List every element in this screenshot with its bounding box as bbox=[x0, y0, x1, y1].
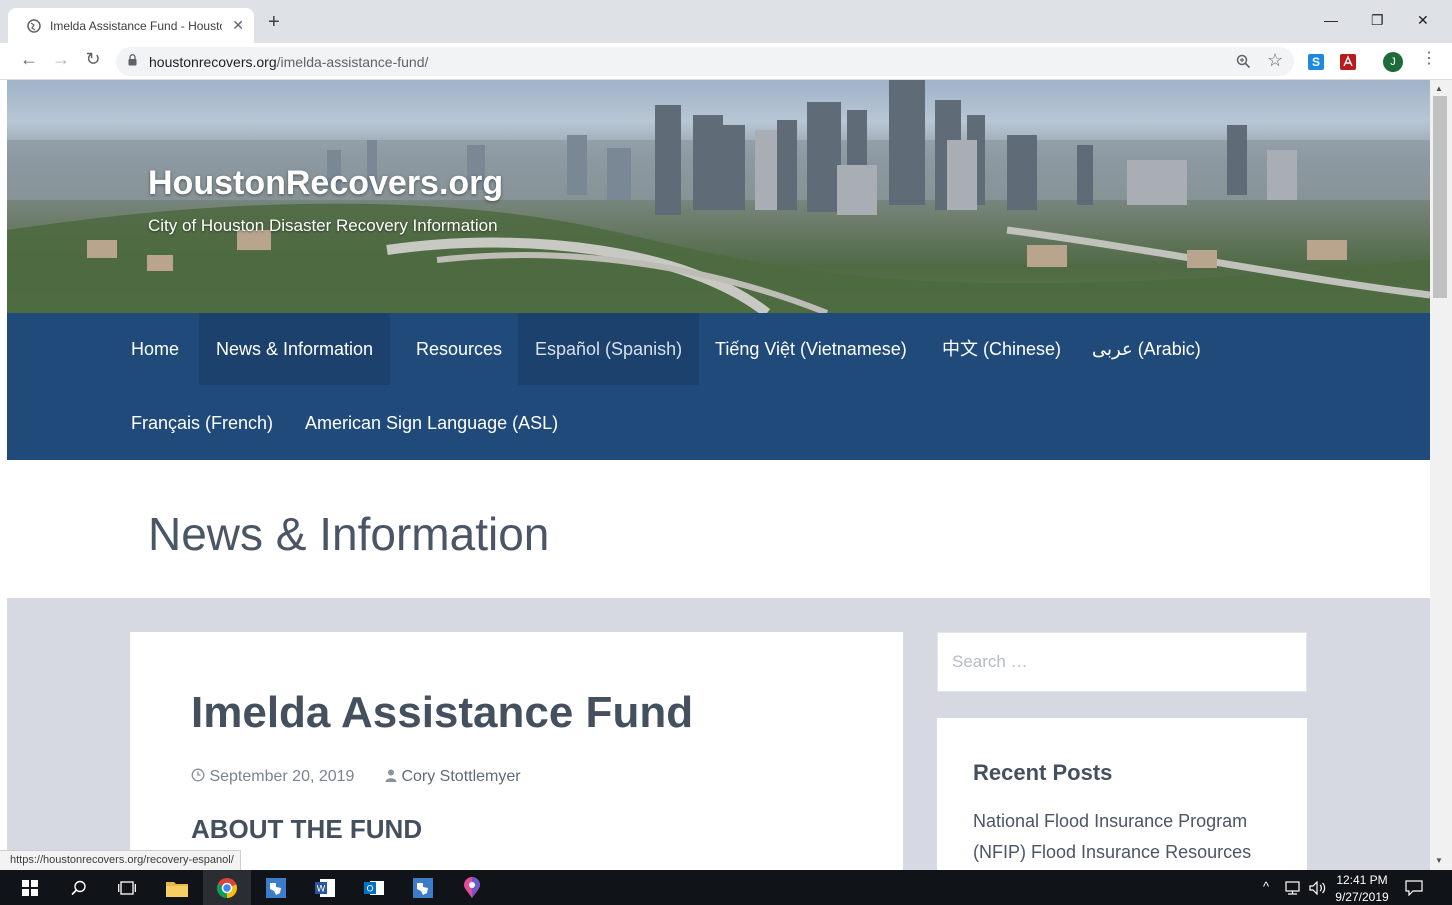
article-title: Imelda Assistance Fund bbox=[191, 688, 694, 737]
clock-time[interactable]: 12:41 PM bbox=[1332, 873, 1392, 887]
scroll-thumb[interactable] bbox=[1433, 96, 1447, 298]
back-arrow-icon[interactable]: ← bbox=[17, 49, 41, 70]
windows-taskbar: W O ^ 12:41 PM 9/27/2019 bbox=[0, 870, 1452, 905]
zoom-icon[interactable] bbox=[1236, 54, 1251, 69]
header-banner-image: HoustonRecovers.org City of Houston Disa… bbox=[7, 80, 1430, 313]
site-tagline: City of Houston Disaster Recovery Inform… bbox=[148, 216, 498, 235]
tab-title: Imelda Assistance Fund - Housto bbox=[50, 18, 222, 33]
post-author-text: Cory Stottlemyer bbox=[401, 768, 521, 785]
main-navigation: Home News & Information Resources Españo… bbox=[7, 313, 1430, 460]
page-scrollbar[interactable]: ▲ ▼ bbox=[1430, 80, 1452, 870]
skype-extension-icon[interactable]: S bbox=[1308, 54, 1324, 70]
nav-item-french[interactable]: Français (French) bbox=[114, 387, 290, 459]
tray-chevron-icon[interactable]: ^ bbox=[1263, 879, 1269, 894]
nav-item-vietnamese[interactable]: Tiếng Việt (Vietnamese) bbox=[698, 313, 924, 385]
windows-start-icon[interactable] bbox=[6, 870, 54, 905]
network-icon[interactable] bbox=[1285, 881, 1303, 895]
svg-text:W: W bbox=[317, 884, 326, 894]
clock-date[interactable]: 9/27/2019 bbox=[1332, 890, 1392, 904]
browser-tab-bar: Imelda Assistance Fund - Housto ✕ + — ❐ … bbox=[0, 0, 1452, 43]
recent-posts-widget: Recent Posts National Flood Insurance Pr… bbox=[937, 718, 1307, 870]
lock-icon bbox=[128, 54, 137, 66]
scroll-up-icon[interactable]: ▲ bbox=[1435, 84, 1443, 93]
texas-app-icon[interactable] bbox=[252, 870, 300, 905]
bookmark-star-icon[interactable]: ☆ bbox=[1267, 50, 1283, 71]
scroll-down-icon[interactable]: ▼ bbox=[1435, 856, 1443, 865]
recent-post-link[interactable]: National Flood Insurance Program bbox=[973, 811, 1247, 832]
nav-item-resources[interactable]: Resources bbox=[399, 313, 519, 385]
file-explorer-icon[interactable] bbox=[153, 870, 201, 905]
globe-icon bbox=[27, 18, 41, 33]
nav-item-asl[interactable]: American Sign Language (ASL) bbox=[288, 387, 575, 459]
notifications-icon[interactable] bbox=[1405, 880, 1423, 896]
section-heading: ABOUT THE FUND bbox=[191, 814, 423, 844]
new-tab-button[interactable]: + bbox=[268, 12, 280, 32]
outlook-icon[interactable]: O bbox=[350, 870, 398, 905]
nav-item-home[interactable]: Home bbox=[114, 313, 196, 385]
nav-item-spanish[interactable]: Español (Spanish) bbox=[518, 313, 700, 385]
nav-item-arabic[interactable]: عربى (Arabic) bbox=[1075, 313, 1218, 385]
url-host: houstonrecovers.org bbox=[149, 54, 277, 70]
page-header: News & Information bbox=[7, 460, 1430, 598]
web-page: HoustonRecovers.org City of Houston Disa… bbox=[7, 80, 1430, 870]
post-date-text: September 20, 2019 bbox=[209, 768, 355, 785]
recent-posts-title: Recent Posts bbox=[973, 760, 1113, 785]
chrome-icon[interactable] bbox=[203, 870, 251, 905]
nav-item-chinese[interactable]: 中文 (Chinese) bbox=[925, 313, 1078, 385]
menu-dots-icon[interactable]: ⋮ bbox=[1421, 50, 1437, 68]
browser-tab[interactable]: Imelda Assistance Fund - Housto ✕ bbox=[8, 8, 254, 43]
volume-icon[interactable] bbox=[1309, 881, 1327, 895]
recent-post-link-continued[interactable]: (NFIP) Flood Insurance Resources bbox=[973, 842, 1251, 863]
article-card: Imelda Assistance Fund September 20, 201… bbox=[130, 632, 903, 870]
search-input[interactable] bbox=[938, 633, 1306, 691]
sidebar-search bbox=[937, 632, 1307, 692]
address-bar[interactable]: houstonrecovers.org/imelda-assistance-fu… bbox=[116, 47, 1294, 76]
forward-arrow-icon[interactable]: → bbox=[49, 49, 73, 70]
profile-avatar[interactable]: J bbox=[1383, 52, 1403, 72]
nav-item-news-information[interactable]: News & Information bbox=[199, 313, 391, 385]
svg-text:O: O bbox=[366, 884, 373, 894]
status-bar-url: https://houstonrecovers.org/recovery-esp… bbox=[0, 850, 241, 870]
url-path: /imelda-assistance-fund/ bbox=[276, 54, 429, 70]
person-icon bbox=[385, 769, 397, 782]
task-view-icon[interactable] bbox=[103, 870, 151, 905]
page-heading: News & Information bbox=[148, 508, 550, 560]
minimize-icon[interactable]: — bbox=[1324, 12, 1338, 28]
close-tab-icon[interactable]: ✕ bbox=[232, 17, 244, 34]
word-icon[interactable]: W bbox=[301, 870, 349, 905]
post-author[interactable]: Cory Stottlemyer bbox=[385, 768, 521, 786]
post-date[interactable]: September 20, 2019 bbox=[191, 768, 354, 786]
maps-pin-icon[interactable] bbox=[448, 870, 496, 905]
restore-icon[interactable]: ❐ bbox=[1371, 12, 1384, 29]
close-window-icon[interactable]: ✕ bbox=[1417, 12, 1429, 29]
reload-icon[interactable]: ↻ bbox=[81, 49, 105, 70]
site-title[interactable]: HoustonRecovers.org bbox=[148, 164, 503, 203]
acrobat-extension-icon[interactable] bbox=[1340, 54, 1356, 70]
browser-toolbar: ← → ↻ houstonrecovers.org/imelda-assista… bbox=[0, 43, 1452, 80]
texas-app-2-icon[interactable] bbox=[399, 870, 447, 905]
clock-icon bbox=[191, 768, 205, 782]
search-icon[interactable] bbox=[55, 870, 103, 905]
